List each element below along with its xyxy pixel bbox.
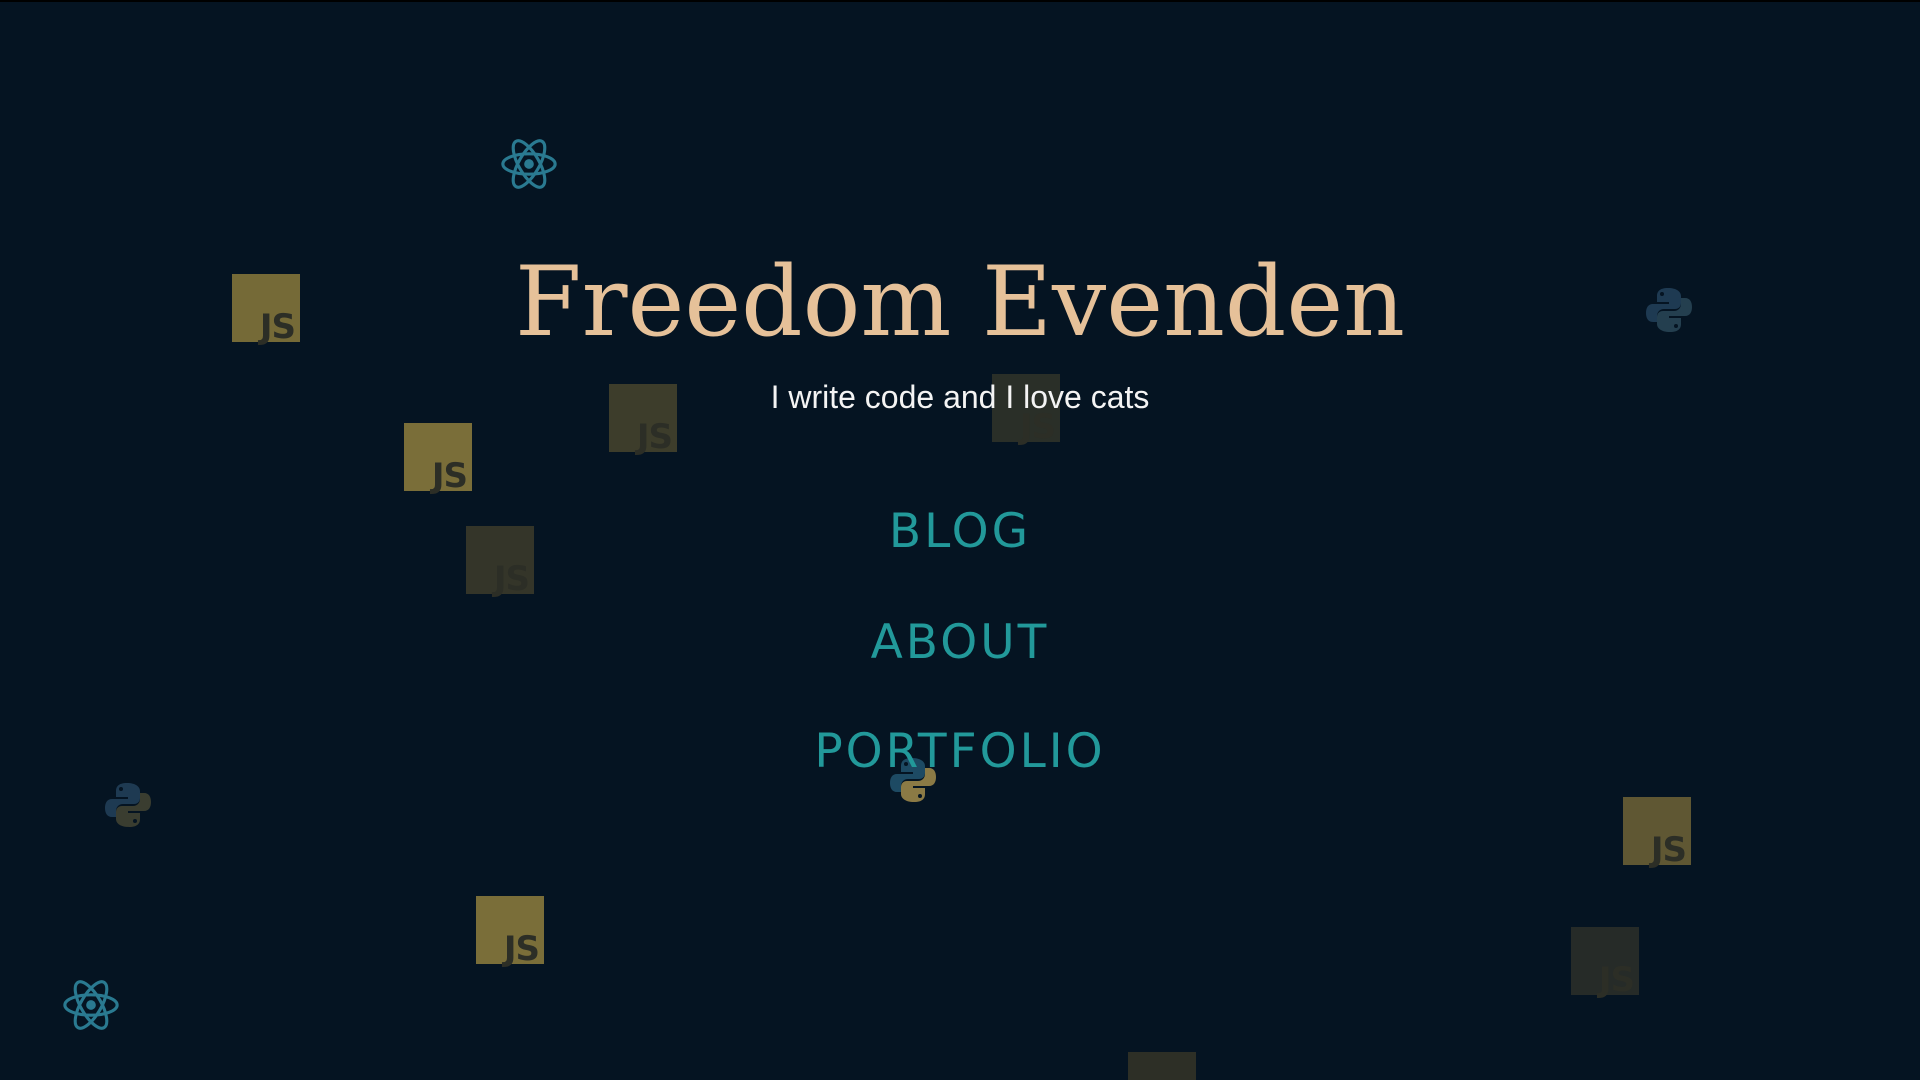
nav-link-blog[interactable]: BLOG xyxy=(0,506,1920,558)
nav-link-about[interactable]: ABOUT xyxy=(0,617,1920,669)
landing-page: JS JS JS JS JS JS JS JS JS xyxy=(0,0,1920,1080)
hero: Freedom Evenden I write code and I love … xyxy=(0,2,1920,1080)
tagline: I write code and I love cats xyxy=(770,379,1150,415)
site-title: Freedom Evenden xyxy=(515,246,1405,358)
nav-link-portfolio[interactable]: PORTFOLIO xyxy=(0,726,1920,778)
